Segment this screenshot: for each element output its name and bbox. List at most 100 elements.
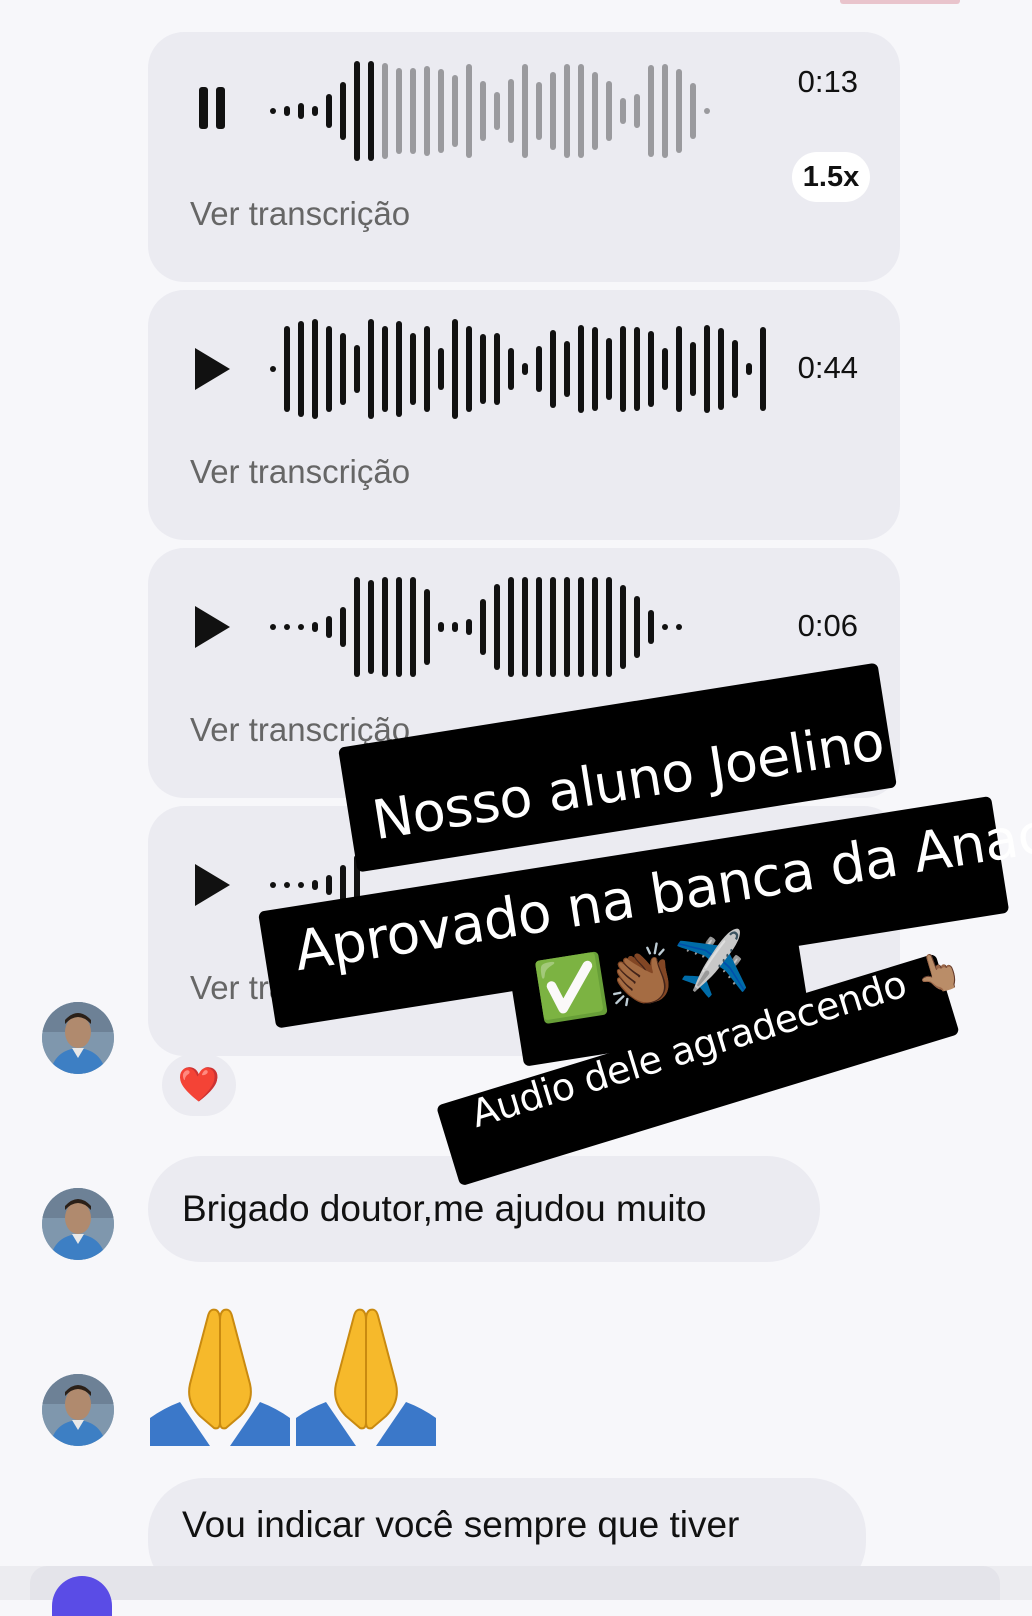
waveform-bar <box>382 326 388 412</box>
waveform-bar <box>396 68 402 154</box>
message-input[interactable] <box>30 1566 1000 1600</box>
duration: 0:06 <box>797 608 858 643</box>
transcript-link[interactable]: Ver transcrição <box>190 453 410 491</box>
waveform-bar <box>522 577 528 677</box>
waveform-bar <box>354 345 360 393</box>
playback-speed-button[interactable]: 1.5x <box>792 152 870 202</box>
duration: 0:13 <box>797 64 858 99</box>
waveform-bar <box>704 108 710 114</box>
voice-note-2[interactable]: 0:44 Ver transcrição <box>148 290 900 540</box>
waveform-bar <box>718 328 724 410</box>
folded-hands-emoji <box>296 1308 436 1446</box>
waveform-bar <box>424 66 430 156</box>
waveform-bar <box>298 103 304 119</box>
waveform-bar <box>284 326 290 412</box>
waveform-bar <box>564 577 570 677</box>
heart-icon: ❤️ <box>177 1066 221 1104</box>
user-avatar[interactable] <box>42 1002 114 1074</box>
waveform-bar <box>284 106 290 116</box>
waveform-bar <box>424 589 430 665</box>
waveform-bar <box>662 64 668 158</box>
waveform-bar <box>326 94 332 128</box>
waveform-bar <box>676 624 682 630</box>
waveform-bar <box>354 577 360 677</box>
waveform-bar <box>424 326 430 412</box>
waveform-bar <box>480 81 486 141</box>
waveform-bar <box>620 326 626 412</box>
heart-reaction[interactable]: ❤️ <box>162 1054 236 1116</box>
waveform-bar <box>522 363 528 375</box>
waveform-bar <box>410 333 416 405</box>
waveform-bar <box>564 341 570 397</box>
waveform-bar <box>634 327 640 411</box>
waveform-bar <box>508 79 514 143</box>
user-avatar[interactable] <box>42 1188 114 1260</box>
waveform-bar <box>634 94 640 128</box>
waveform-bar <box>578 325 584 413</box>
waveform-bar <box>508 577 514 677</box>
waveform-bar <box>704 325 710 413</box>
waveform-bar <box>326 326 332 412</box>
message-text: Vou indicar você sempre que tiver <box>182 1504 740 1545</box>
waveform-bar <box>438 69 444 153</box>
waveform-bar <box>452 75 458 147</box>
waveform-bar <box>326 616 332 638</box>
waveform-bar <box>354 61 360 161</box>
waveform-bar <box>480 334 486 404</box>
waveform-bar <box>396 321 402 417</box>
waveform-bar <box>326 875 332 895</box>
waveform-bar <box>452 622 458 632</box>
waveform-bar <box>466 64 472 158</box>
duration: 0:44 <box>797 350 858 385</box>
waveform-bar <box>536 82 542 140</box>
folded-hands-emoji <box>150 1308 290 1446</box>
waveform-bar <box>438 348 444 390</box>
waveform-bar <box>732 340 738 398</box>
waveform-bar <box>634 596 640 658</box>
waveform-bar <box>340 607 346 647</box>
waveform-bar <box>312 319 318 419</box>
transcript-link[interactable]: Ver transcrição <box>190 195 410 233</box>
waveform-bar <box>270 366 276 372</box>
pause-icon[interactable] <box>190 82 234 134</box>
waveform-bar <box>536 346 542 392</box>
waveform-bar <box>298 624 304 630</box>
waveform-bar <box>466 619 472 635</box>
play-icon[interactable] <box>190 601 234 653</box>
waveform-bar <box>662 348 668 390</box>
waveform-bar <box>270 882 276 888</box>
waveform-bar <box>592 72 598 150</box>
waveform-bar <box>284 624 290 630</box>
waveform-bar <box>270 108 276 114</box>
waveform-bar <box>298 321 304 417</box>
waveform-bar <box>676 69 682 153</box>
waveform-bar <box>648 331 654 407</box>
waveform-bar <box>564 64 570 158</box>
waveform-bar <box>480 599 486 655</box>
message-text: Brigado doutor,me ajudou muito <box>182 1188 707 1229</box>
waveform-bar <box>606 577 612 677</box>
user-avatar[interactable] <box>42 1374 114 1446</box>
waveform-bar <box>494 92 500 130</box>
voice-note-1[interactable]: 0:13 1.5x Ver transcrição <box>148 32 900 282</box>
play-icon[interactable] <box>190 343 234 395</box>
waveform-bar <box>270 624 276 630</box>
waveform-bar <box>536 577 542 677</box>
waveform-bar <box>662 624 668 630</box>
waveform-bar <box>368 319 374 419</box>
waveform-bar <box>368 61 374 161</box>
waveform-bar <box>494 333 500 405</box>
waveform-bar <box>410 68 416 154</box>
waveform-bar <box>760 327 766 411</box>
waveform-bar <box>382 63 388 159</box>
play-icon[interactable] <box>190 859 234 911</box>
waveform-bar <box>676 326 682 412</box>
waveform-bar <box>312 106 318 116</box>
waveform-bar <box>452 319 458 419</box>
waveform-bar <box>298 882 304 888</box>
waveform-bar <box>410 577 416 677</box>
message-composer-bar[interactable] <box>0 1566 1032 1616</box>
waveform-bar <box>592 577 598 677</box>
waveform-bar <box>606 81 612 141</box>
waveform-bar <box>382 577 388 677</box>
